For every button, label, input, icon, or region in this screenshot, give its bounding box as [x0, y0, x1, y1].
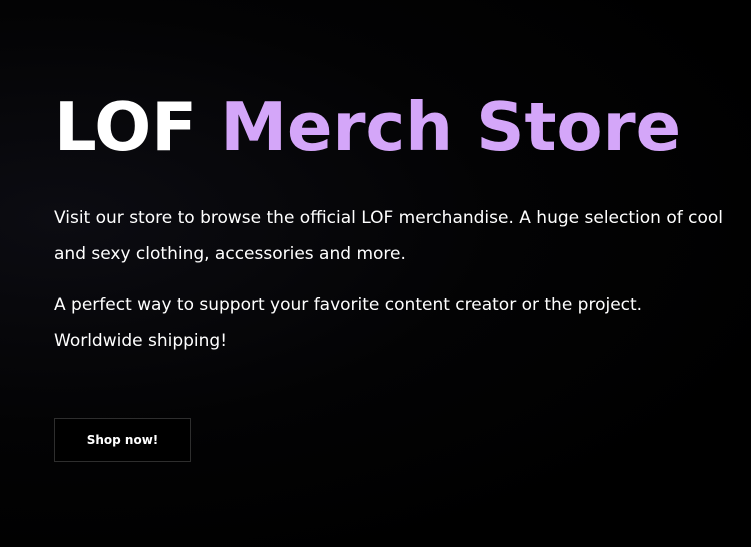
hero-section: LOF Merch Store Visit our store to brows… — [0, 0, 751, 547]
intro-paragraph: Visit our store to browse the official L… — [54, 208, 723, 264]
support-paragraph: A perfect way to support your favorite c… — [54, 295, 643, 351]
shop-now-button[interactable]: Shop now! — [54, 418, 191, 462]
title-accent: Merch Store — [220, 88, 682, 166]
title-brand: LOF — [54, 88, 198, 166]
page-title: LOF Merch Store — [54, 84, 681, 170]
